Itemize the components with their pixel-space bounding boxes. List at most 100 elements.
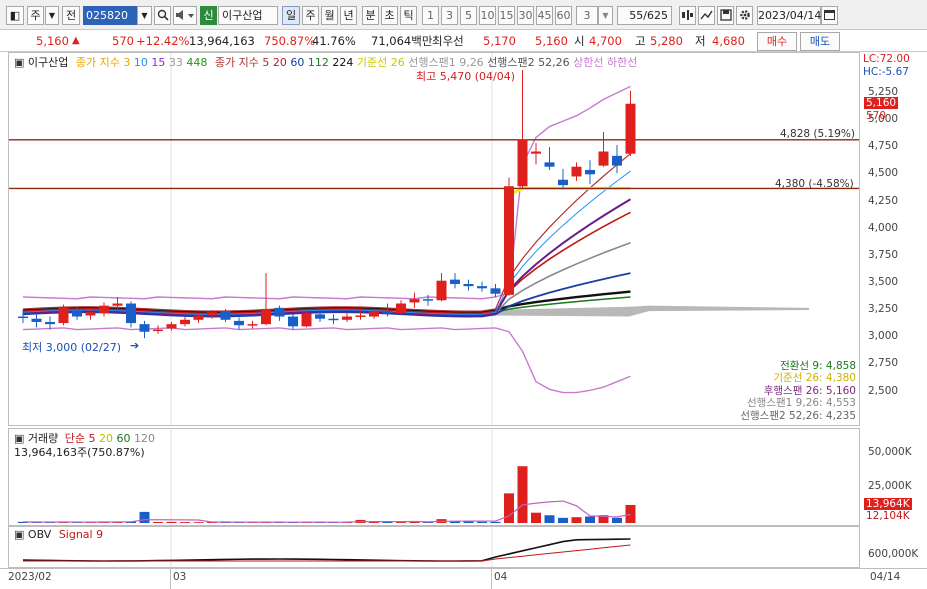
price-y-axis[interactable]: 5,250 5,000 4,750 4,500 4,250 4,000 3,750 3,500…: [860, 52, 927, 426]
stock-code-input[interactable]: 025820: [83, 6, 139, 25]
candle-body[interactable]: [450, 279, 460, 284]
volume-bar[interactable]: [504, 493, 514, 523]
candle-body[interactable]: [261, 308, 271, 325]
candle-body[interactable]: [396, 303, 406, 314]
crosshair-icon[interactable]: [679, 6, 696, 25]
candle-body[interactable]: [207, 312, 217, 316]
volume-bar[interactable]: [531, 512, 541, 523]
mode-dropdown-icon[interactable]: ▼: [45, 6, 59, 25]
candle-body[interactable]: [112, 303, 123, 306]
volume-bar[interactable]: [477, 521, 487, 523]
layout-icon[interactable]: ◧: [6, 6, 24, 25]
calendar-icon[interactable]: [821, 6, 838, 25]
candle-body[interactable]: [301, 313, 312, 327]
period-month[interactable]: 월: [321, 6, 338, 25]
period-tick[interactable]: 틱: [400, 6, 417, 25]
volume-bar[interactable]: [153, 521, 163, 523]
candle-body[interactable]: [382, 311, 393, 314]
interval-1[interactable]: 1: [422, 6, 439, 25]
buy-button[interactable]: 매수: [757, 32, 797, 51]
obv-y-axis[interactable]: 600,000K: [860, 526, 927, 568]
candle-body[interactable]: [220, 311, 231, 320]
interval-10[interactable]: 10: [479, 6, 496, 25]
candle-body[interactable]: [58, 307, 69, 324]
volume-bar[interactable]: [571, 517, 582, 523]
candle-body[interactable]: [99, 305, 109, 314]
gear-icon[interactable]: [736, 6, 753, 25]
candle-body[interactable]: [31, 318, 42, 322]
candle-body[interactable]: [571, 166, 582, 177]
candle-body[interactable]: [517, 139, 528, 187]
candle-body[interactable]: [625, 103, 636, 154]
candle-body[interactable]: [504, 186, 514, 295]
prefix-button[interactable]: 전: [62, 6, 80, 25]
x-axis[interactable]: 2023/02 03 04 04/14: [0, 568, 927, 589]
interval-15[interactable]: 15: [498, 6, 515, 25]
volume-bar[interactable]: [544, 515, 555, 523]
candle-body[interactable]: [274, 307, 285, 317]
volume-bar[interactable]: [180, 522, 190, 523]
count-dropdown-icon[interactable]: ▼: [598, 6, 613, 25]
volume-bar[interactable]: [625, 504, 636, 523]
candle-body[interactable]: [139, 324, 150, 332]
candle-body[interactable]: [193, 315, 204, 320]
interval-5[interactable]: 5: [460, 6, 477, 25]
period-year[interactable]: 년: [340, 6, 357, 25]
candle-body[interactable]: [558, 179, 568, 186]
stock-code-dropdown-icon[interactable]: ▼: [137, 6, 152, 25]
volume-bar[interactable]: [193, 522, 204, 523]
volume-y-axis[interactable]: 50,000K 25,000K 13,964K 12,104K: [860, 428, 927, 526]
interval-3[interactable]: 3: [441, 6, 458, 25]
volume-bar[interactable]: [517, 466, 528, 523]
volume-bar[interactable]: [558, 517, 568, 523]
volume-bar[interactable]: [139, 511, 150, 523]
candle-body[interactable]: [288, 316, 298, 327]
candle-body[interactable]: [180, 319, 190, 325]
count-input[interactable]: 3: [576, 6, 598, 25]
candle-body[interactable]: [463, 283, 474, 287]
candle-body[interactable]: [45, 321, 55, 325]
candle-body[interactable]: [72, 311, 82, 317]
candle-body[interactable]: [531, 151, 541, 154]
candle-body[interactable]: [612, 155, 622, 166]
candle-body[interactable]: [598, 151, 609, 166]
candle-body[interactable]: [153, 329, 163, 332]
candle-body[interactable]: [369, 311, 379, 317]
candle-body[interactable]: [490, 288, 501, 294]
candle-body[interactable]: [247, 324, 258, 326]
period-minute[interactable]: 분: [362, 6, 379, 25]
volume-bar[interactable]: [490, 521, 501, 523]
save-icon[interactable]: [717, 6, 734, 25]
period-second[interactable]: 초: [381, 6, 398, 25]
candle-body[interactable]: [585, 169, 595, 175]
volume-bar[interactable]: [166, 521, 177, 523]
candle-body[interactable]: [166, 324, 177, 329]
candle-body[interactable]: [436, 280, 447, 301]
obv-chart-canvas[interactable]: [9, 527, 859, 567]
interval-45[interactable]: 45: [536, 6, 553, 25]
interval-30[interactable]: 30: [517, 6, 534, 25]
speaker-icon[interactable]: [173, 6, 197, 25]
candle-body[interactable]: [315, 314, 325, 319]
candle-body[interactable]: [126, 303, 136, 324]
candle-body[interactable]: [544, 162, 555, 167]
volume-bar[interactable]: [585, 516, 595, 523]
period-week[interactable]: 주: [302, 6, 319, 25]
candle-body[interactable]: [409, 299, 420, 303]
volume-bar[interactable]: [396, 522, 406, 523]
interval-60[interactable]: 60: [555, 6, 572, 25]
obv-panel[interactable]: [8, 526, 860, 568]
candle-body[interactable]: [234, 320, 244, 326]
mode-button[interactable]: 주: [27, 6, 44, 25]
search-icon[interactable]: [154, 6, 171, 25]
period-day[interactable]: 일: [282, 6, 300, 25]
candle-body[interactable]: [342, 316, 352, 320]
candle-body[interactable]: [477, 286, 487, 289]
candle-body[interactable]: [328, 318, 339, 321]
candle-body[interactable]: [423, 299, 433, 301]
date-input[interactable]: 2023/04/14: [757, 6, 821, 25]
volume-bar[interactable]: [612, 517, 622, 523]
candle-body[interactable]: [85, 312, 96, 316]
candle-body[interactable]: [18, 316, 28, 319]
trend-line-icon[interactable]: [698, 6, 715, 25]
